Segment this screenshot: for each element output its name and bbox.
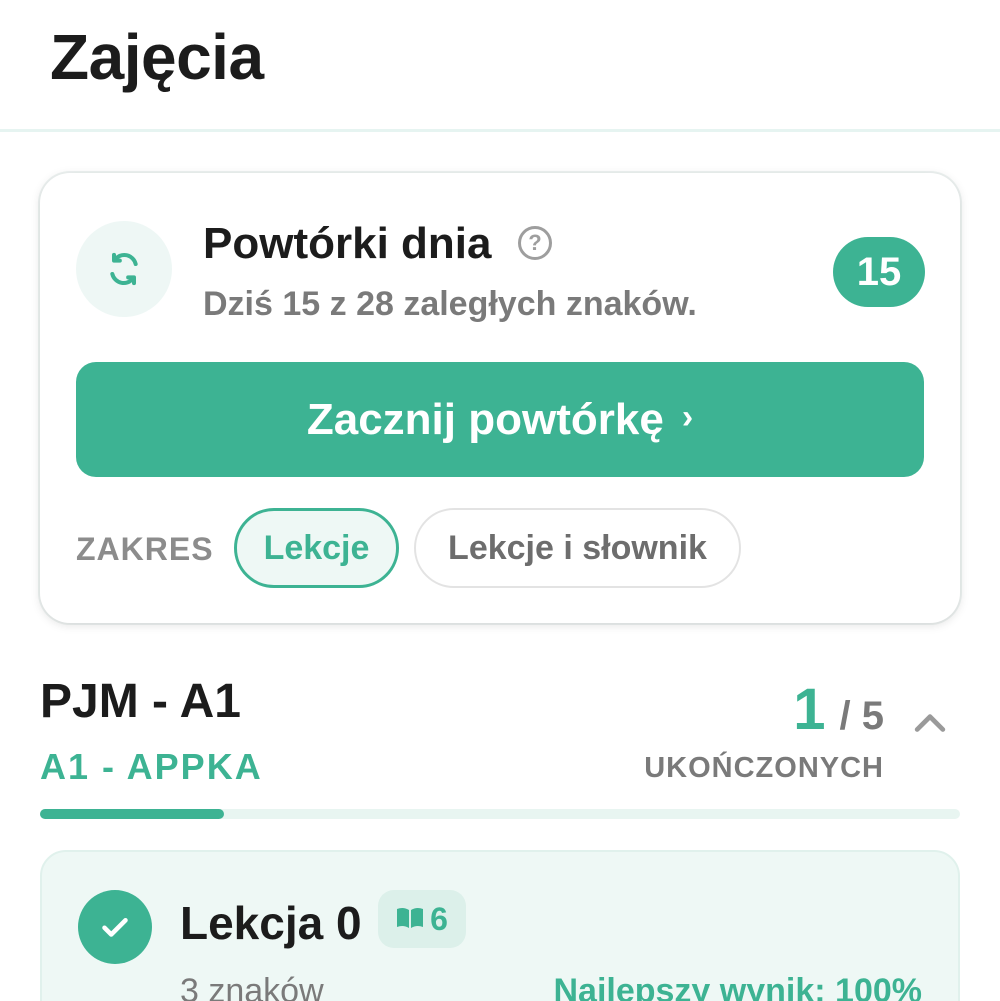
chevron-right-icon: › xyxy=(681,398,694,436)
total-count: / 5 xyxy=(839,694,884,738)
app-screen: Zajęcia Powtórki dnia ? Dziś 15 z 28 zal… xyxy=(0,0,1000,1001)
lesson-best-score: Najlepszy wynik: 100% xyxy=(553,972,922,1001)
refresh-icon xyxy=(76,221,172,317)
course-progress-count: 1 / 5 xyxy=(793,676,884,743)
course-progress-bar xyxy=(40,809,960,819)
check-icon xyxy=(78,890,152,964)
lesson-title: Lekcja 0 xyxy=(180,897,362,949)
chevron-up-icon[interactable] xyxy=(908,702,952,746)
start-review-label: Zacznij powtórkę xyxy=(306,394,664,444)
course-subtitle: A1 - APPKA xyxy=(40,746,263,787)
completed-label: UKOŃCZONYCH xyxy=(644,752,884,784)
review-subtitle: Dziś 15 z 28 zaległych znaków. xyxy=(203,285,697,323)
range-label: ZAKRES xyxy=(76,531,214,567)
page-title: Zajęcia xyxy=(50,21,264,93)
completed-count: 1 xyxy=(793,677,826,742)
top-bar: Zajęcia xyxy=(0,0,1000,132)
start-review-button[interactable]: Zacznij powtórkę › xyxy=(76,362,924,477)
lesson-words-badge: 6 xyxy=(378,890,466,948)
daily-review-card: Powtórki dnia ? Dziś 15 z 28 zaległych z… xyxy=(40,173,960,623)
lesson-sign-count: 3 znaków xyxy=(180,972,324,1001)
help-icon[interactable]: ? xyxy=(518,226,552,260)
course-title: PJM - A1 xyxy=(40,675,241,728)
review-title: Powtórki dnia xyxy=(203,219,492,268)
course-progress-fill xyxy=(40,809,224,819)
review-count-badge: 15 xyxy=(833,237,925,307)
lesson-words-count: 6 xyxy=(430,900,448,937)
lesson-card[interactable]: Lekcja 0 6 3 znaków Najlepszy wynik: 100… xyxy=(40,850,960,1001)
book-icon xyxy=(396,901,424,938)
range-chip-lessons-and-dictionary[interactable]: Lekcje i słownik xyxy=(414,508,741,588)
range-chip-lessons[interactable]: Lekcje xyxy=(234,508,399,588)
